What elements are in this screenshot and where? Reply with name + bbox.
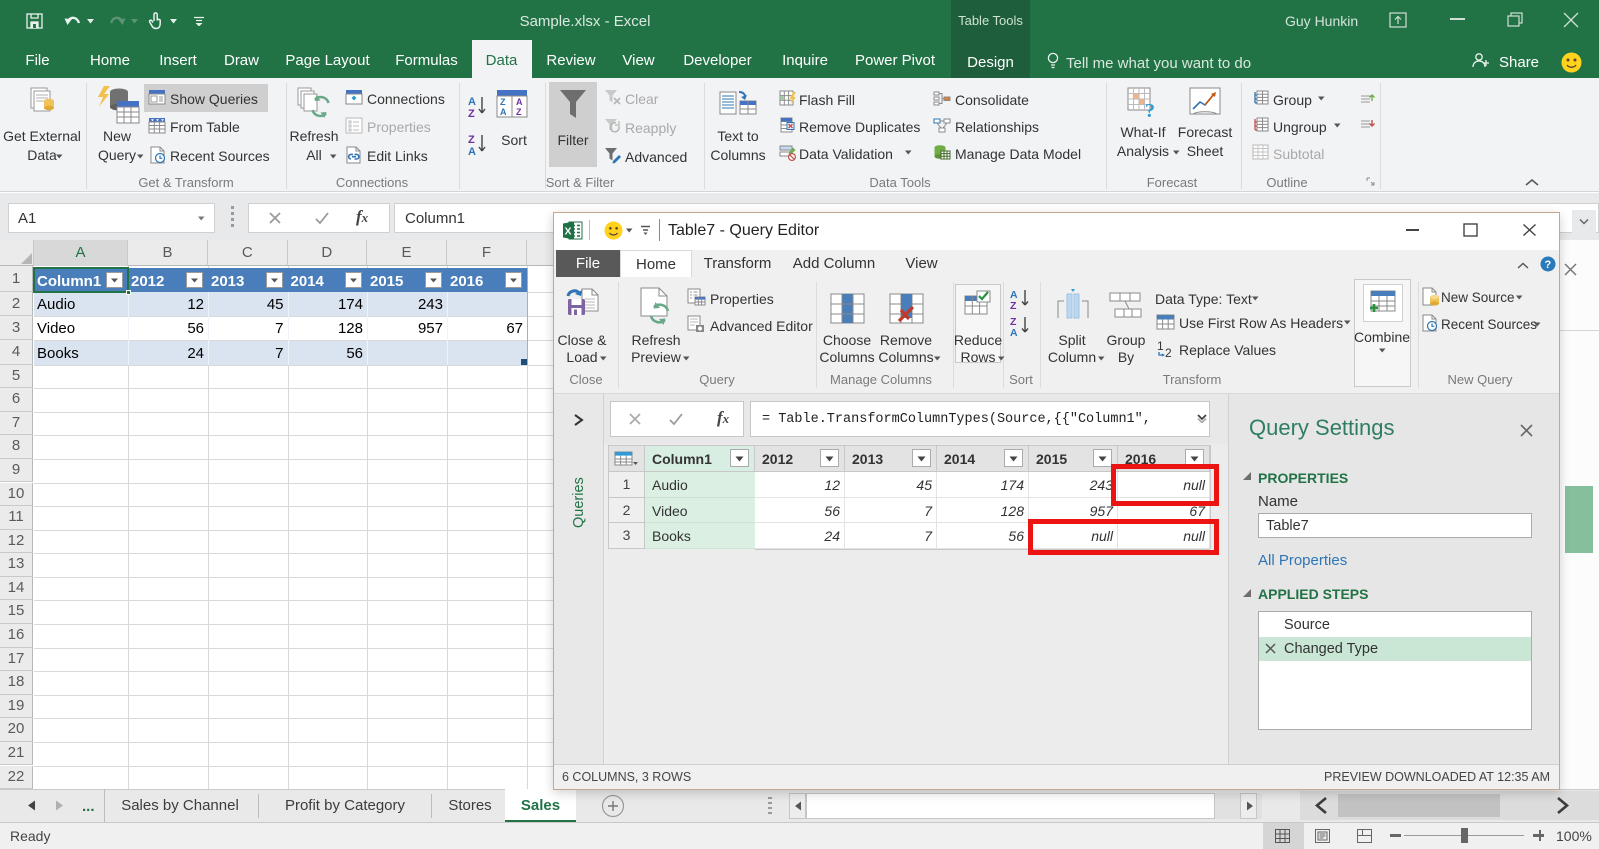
- svg-text:Z: Z: [516, 107, 522, 117]
- svg-text:Z: Z: [1010, 300, 1017, 310]
- svg-text:A: A: [468, 96, 476, 108]
- svg-text:A: A: [516, 97, 523, 107]
- svg-text:?: ?: [1145, 100, 1155, 119]
- svg-text:?: ?: [1545, 259, 1552, 271]
- svg-text:2: 2: [1165, 346, 1172, 359]
- svg-text:X: X: [565, 226, 572, 238]
- svg-text:Z: Z: [500, 97, 506, 107]
- svg-text:A: A: [500, 107, 507, 117]
- svg-text:Z: Z: [468, 108, 475, 118]
- svg-text:1: 1: [1157, 340, 1164, 353]
